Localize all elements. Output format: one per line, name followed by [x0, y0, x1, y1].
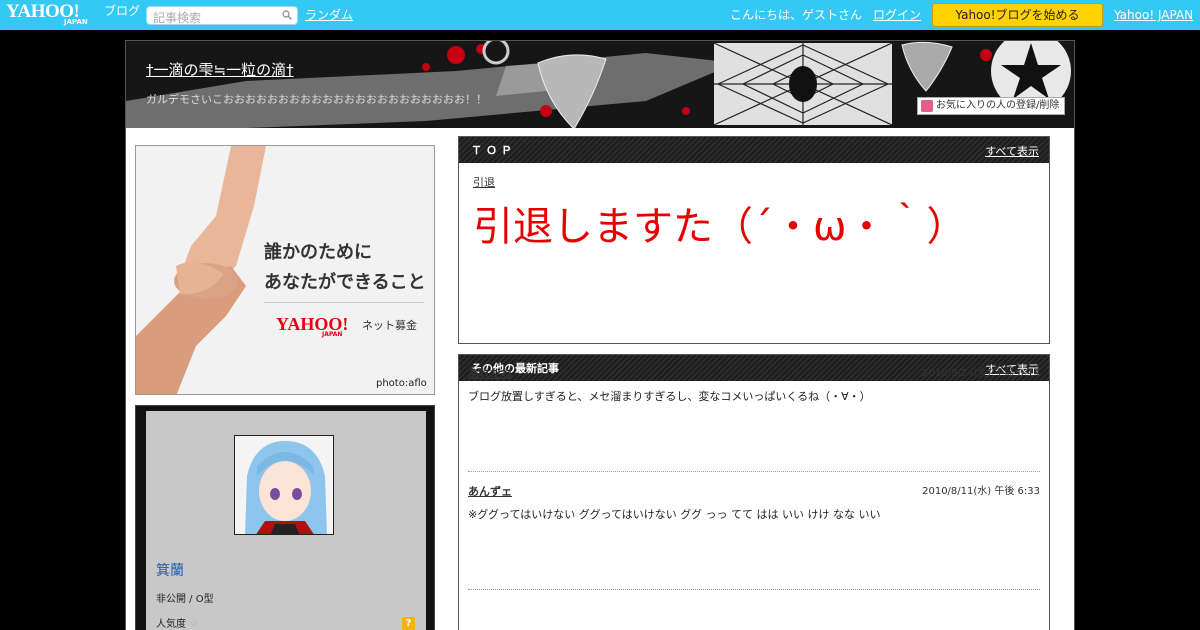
item-divider: [468, 471, 1040, 472]
article-date: 2010/8/11(水) 午後 6:33: [922, 486, 1040, 497]
profile-box: 箕蘭 非公開 / O型 人気度 ☆ ?: [135, 405, 435, 630]
favorite-button-label: お気に入りの人の登録/削除: [936, 100, 1060, 111]
start-blog-button[interactable]: Yahoo!ブログを始める: [932, 3, 1103, 27]
logo-blog-text: ブログ: [104, 4, 141, 18]
charity-ad[interactable]: 誰かのために あなたができること YAHOO! JAPAN ネット募金 phot…: [135, 145, 435, 395]
favorite-heart-icon: [921, 100, 933, 112]
profile-popularity: 人気度 ☆: [156, 618, 199, 630]
article-title-link[interactable]: あれだね: [468, 367, 512, 380]
yahoo-blog-logo[interactable]: YAHOO! JAPAN ブログ: [6, 2, 140, 28]
profile-name[interactable]: 箕蘭: [156, 563, 184, 579]
yahoo-japan-link[interactable]: Yahoo! JAPAN: [1114, 8, 1193, 22]
ad-headline-2: あなたができること: [264, 272, 426, 293]
top-article-panel: ＴＯＰ すべて表示 引退 引退しますた（´・ω・｀）: [458, 136, 1050, 344]
popularity-label: 人気度: [156, 619, 186, 630]
item-divider: [468, 589, 1040, 590]
article-body: 引退しますた（´・ω・｀）: [473, 204, 967, 250]
list-item: あんずェ 2010/8/11(水) 午後 6:33 ※ググってはいけない ググっ…: [468, 476, 1040, 590]
show-all-link[interactable]: すべて表示: [985, 145, 1039, 158]
avatar-illustration: [235, 436, 333, 534]
random-link[interactable]: ランダム: [305, 8, 353, 22]
logo-japan-text: JAPAN: [64, 18, 88, 26]
article-date: 2010/9/24(金) 午前 0:14: [922, 368, 1040, 379]
panel-title: ＴＯＰ: [471, 144, 516, 157]
handshake-image: [136, 146, 266, 394]
ad-yahoo-logo-sub: JAPAN: [322, 331, 343, 338]
search-box: [146, 6, 298, 27]
ad-photo-credit: photo:aflo: [376, 378, 427, 389]
article-excerpt: ブログ放置しすぎると、メセ溜まりすぎるし、変なコメいっぱいくるね（・∀・）: [468, 390, 871, 403]
blog-title[interactable]: †一滴の雫≒一粒の滴†: [146, 61, 294, 79]
article-title-link[interactable]: あんずェ: [468, 485, 512, 498]
avatar[interactable]: [234, 435, 334, 535]
help-icon[interactable]: ?: [402, 617, 415, 630]
ad-fund-label: ネット募金: [362, 319, 417, 332]
article-excerpt: ※ググってはいけない ググってはいけない ググ っっ てて はは いい けけ な…: [468, 508, 881, 521]
panel-header: ＴＯＰ すべて表示: [459, 137, 1049, 163]
greeting-text: こんにちは、ゲストさん: [730, 8, 863, 22]
list-item: あれだね 2010/9/24(金) 午前 0:14 ブログ放置しすぎると、メセ溜…: [468, 358, 1040, 472]
favorite-button[interactable]: お気に入りの人の登録/削除: [917, 97, 1065, 115]
top-bar: YAHOO! JAPAN ブログ ランダム こんにちは、ゲストさん ログイン Y…: [0, 0, 1200, 30]
star-icon: ☆: [189, 617, 199, 630]
login-link[interactable]: ログイン: [873, 8, 921, 22]
profile-info: 非公開 / O型: [156, 594, 214, 605]
recent-articles-panel: その他の最新記事 すべて表示 あれだね 2010/9/24(金) 午前 0:14…: [458, 354, 1050, 630]
ad-divider: [264, 302, 424, 303]
blog-banner: †一滴の雫≒一粒の滴† ガルデモさいこおおおおおおおおおおおおおおおおおおおおお…: [126, 41, 1074, 128]
blog-description: ガルデモさいこおおおおおおおおおおおおおおおおおおおおおお！！: [146, 93, 487, 106]
blog-container: †一滴の雫≒一粒の滴† ガルデモさいこおおおおおおおおおおおおおおおおおおおおお…: [125, 40, 1075, 630]
profile-inner: 箕蘭 非公開 / O型 人気度 ☆ ?: [146, 411, 426, 630]
search-input[interactable]: [147, 9, 275, 27]
ad-headline-1: 誰かのために: [264, 242, 372, 263]
search-icon[interactable]: [282, 10, 292, 20]
article-title-link[interactable]: 引退: [473, 176, 495, 189]
